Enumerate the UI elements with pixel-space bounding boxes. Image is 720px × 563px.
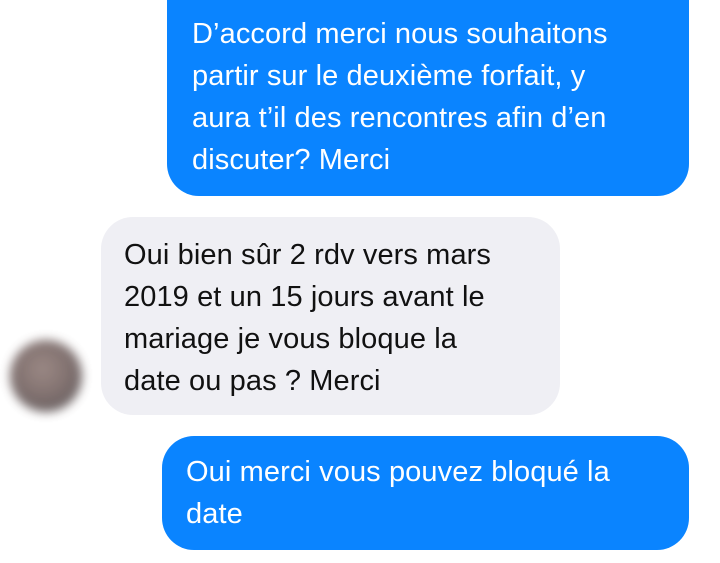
contact-avatar[interactable]	[10, 340, 82, 412]
sent-message-bubble[interactable]: D’accord merci nous souhaitons partir su…	[167, 0, 689, 196]
message-thread: D’accord merci nous souhaitons partir su…	[0, 0, 720, 563]
received-message-bubble[interactable]: Oui bien sûr 2 rdv vers mars 2019 et un …	[101, 217, 560, 415]
sent-message-bubble[interactable]: Oui merci vous pouvez bloqué la date	[162, 436, 689, 550]
